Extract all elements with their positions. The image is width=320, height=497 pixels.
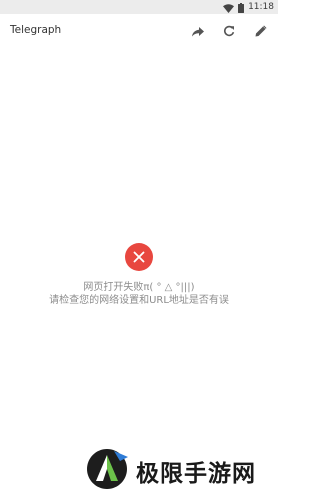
error-message: 请检查您的网络设置和URL地址是否有误 xyxy=(49,295,229,306)
error-x-icon xyxy=(133,251,145,263)
edit-button[interactable] xyxy=(252,22,270,40)
watermark-logo: 极限手游网 xyxy=(84,448,256,494)
watermark-emblem-icon xyxy=(84,447,130,495)
refresh-button[interactable] xyxy=(220,22,238,40)
edit-icon xyxy=(255,22,267,41)
app-title: Telegraph xyxy=(10,24,62,36)
share-button[interactable] xyxy=(189,22,207,40)
share-icon xyxy=(192,22,204,41)
app-screen: 11:18 Telegraph 网页打开失败π(° △ °|||) 请检查您的… xyxy=(0,0,278,497)
status-time: 11:18 xyxy=(248,2,274,12)
toolbar: Telegraph xyxy=(0,14,278,48)
status-icons: 11:18 xyxy=(223,1,274,13)
status-bar: 11:18 xyxy=(0,0,278,14)
error-icon xyxy=(125,243,153,271)
watermark-text: 极限手游网 xyxy=(136,460,256,487)
refresh-icon xyxy=(223,22,235,41)
